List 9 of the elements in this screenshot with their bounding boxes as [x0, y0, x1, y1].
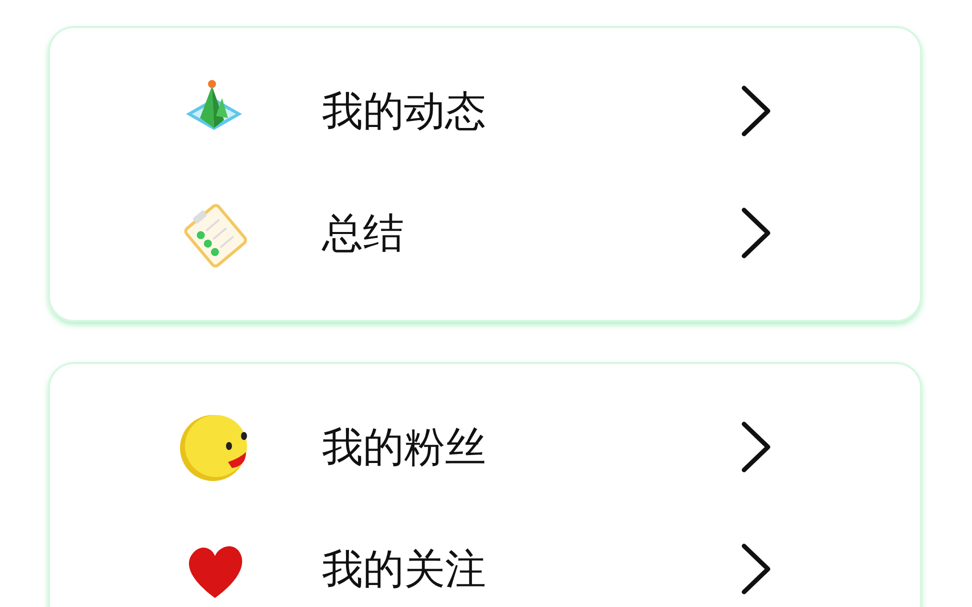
- chevron-right-icon: [740, 543, 772, 595]
- chevron-right-icon: [740, 207, 772, 259]
- chevron-right-icon: [740, 421, 772, 473]
- menu-item-label[interactable]: 我的关注: [322, 548, 740, 590]
- chevron-right-icon: [740, 85, 772, 137]
- menu-item-label[interactable]: 我的粉丝: [322, 426, 740, 468]
- menu-item-label[interactable]: 我的动态: [322, 90, 740, 132]
- menu-item-label[interactable]: 总结: [322, 212, 740, 254]
- smiley-face-icon: [180, 412, 250, 482]
